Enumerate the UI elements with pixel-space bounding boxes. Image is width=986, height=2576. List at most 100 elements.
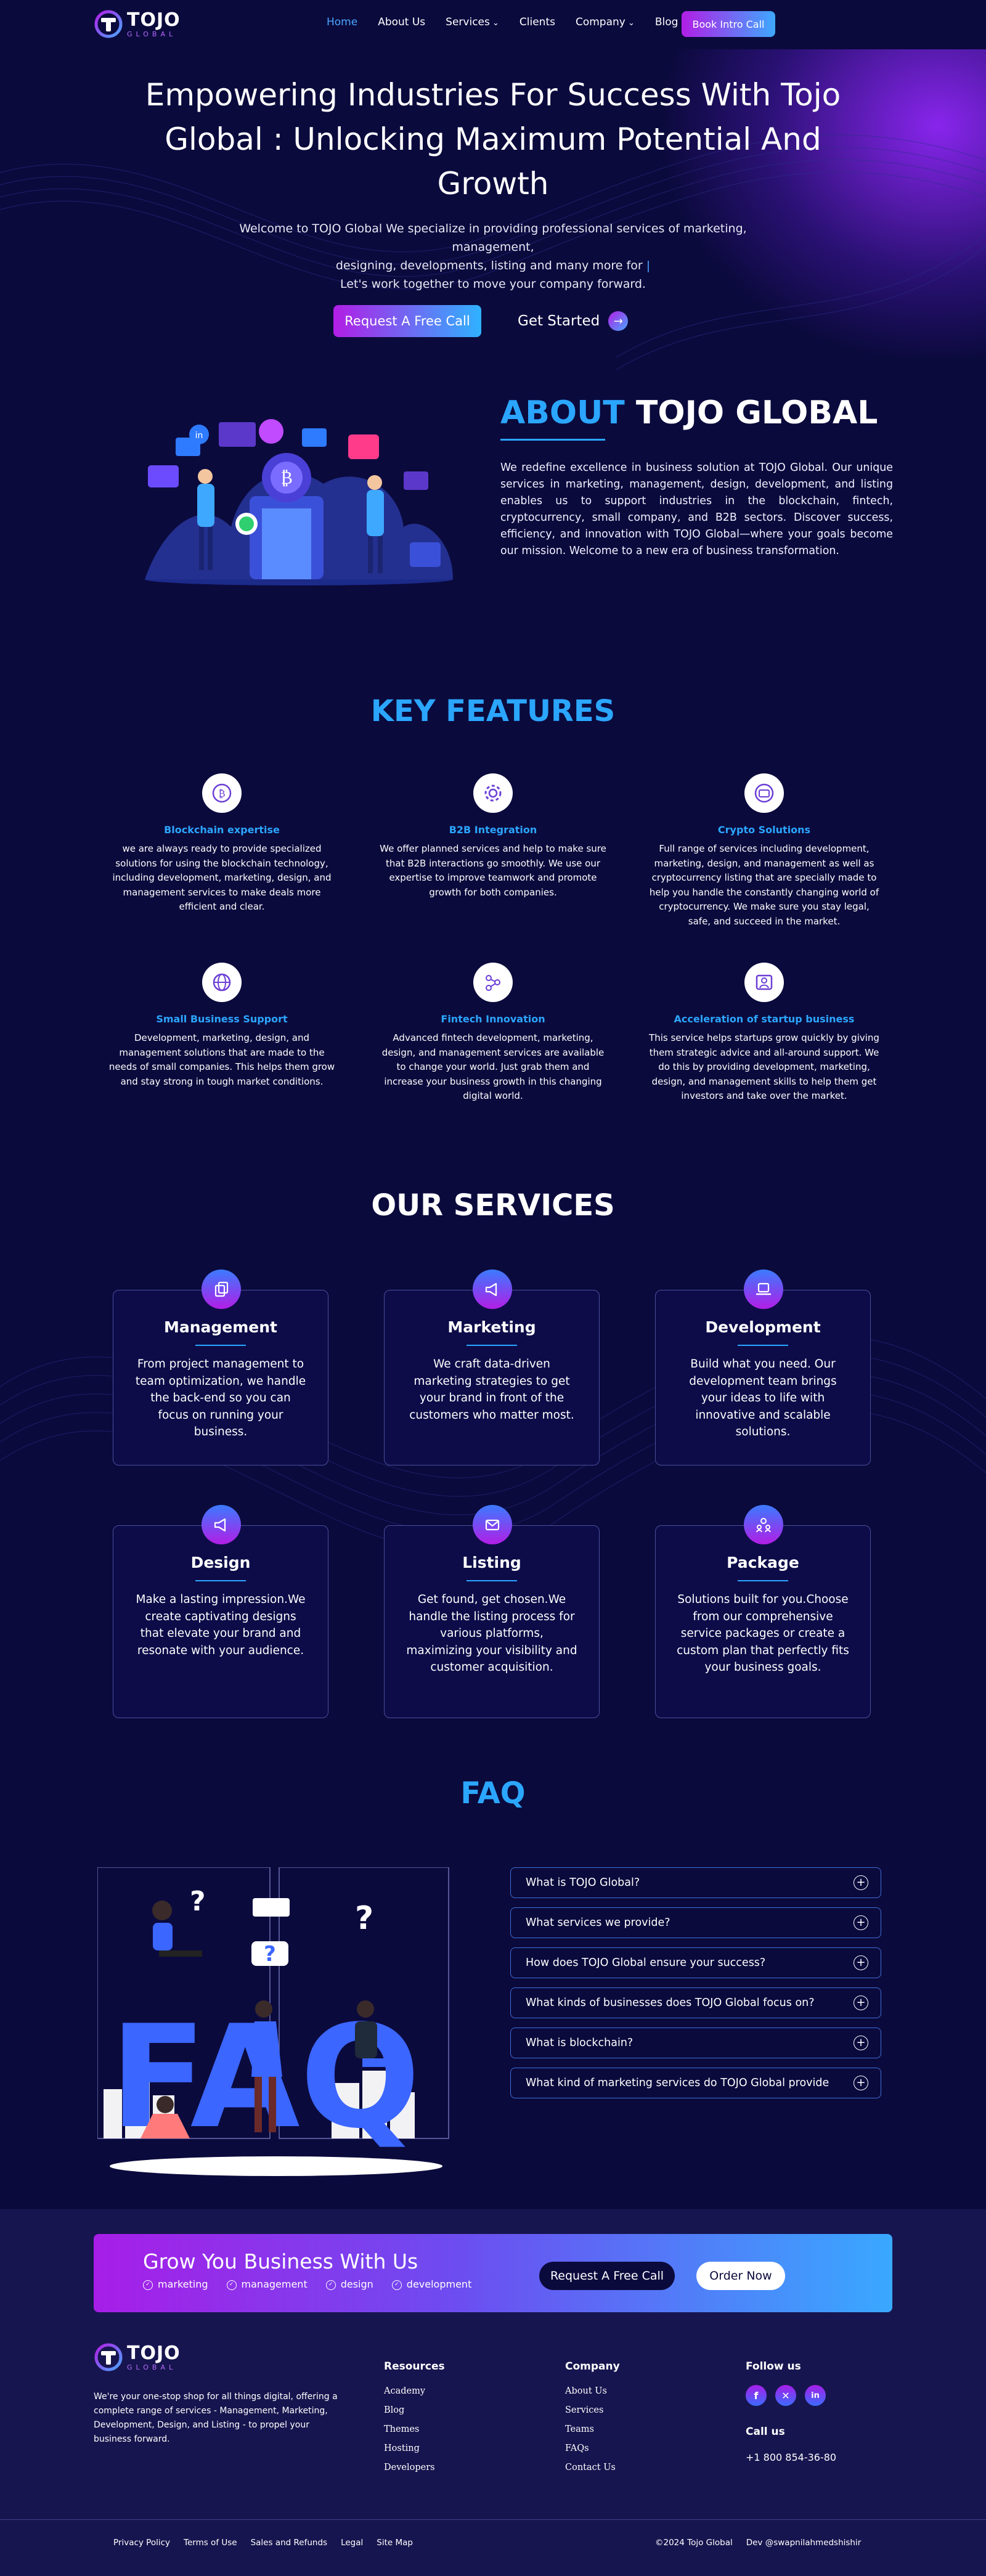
plus-icon: + xyxy=(854,1955,868,1970)
footer-link-contact[interactable]: Contact Us xyxy=(565,2463,620,2472)
plus-icon: + xyxy=(854,2036,868,2050)
feature-title: Fintech Innovation xyxy=(441,1013,545,1025)
sales-refunds-link[interactable]: Sales and Refunds xyxy=(251,2538,327,2548)
feature-text: we are always ready to provide specializ… xyxy=(112,843,332,912)
order-now-button[interactable]: Order Now xyxy=(696,2262,785,2290)
cta-tag: management xyxy=(227,2278,308,2290)
laptop-icon xyxy=(744,1270,783,1309)
footer-logo[interactable]: TOJO GLOBAL xyxy=(94,2342,198,2373)
privacy-policy-link[interactable]: Privacy Policy xyxy=(113,2538,170,2548)
globe-icon xyxy=(202,963,242,1002)
nav-company[interactable]: Company xyxy=(576,16,635,28)
cta-title: Grow You Business With Us xyxy=(143,2249,418,2273)
faq-question-text: How does TOJO Global ensure your success… xyxy=(526,1957,766,1969)
legal-link[interactable]: Legal xyxy=(341,2538,363,2548)
hero-sub-line: Welcome to TOJO Global We specialize in … xyxy=(239,222,747,254)
service-card[interactable]: Package Solutions built for you.Choose f… xyxy=(655,1505,871,1718)
nav-about[interactable]: About Us xyxy=(378,16,425,28)
site-logo[interactable]: TOJO GLOBAL xyxy=(94,9,198,39)
nav-clients[interactable]: Clients xyxy=(519,16,555,28)
footer-legal-links: Privacy Policy Terms of Use Sales and Re… xyxy=(113,2538,413,2548)
logo-subtext: GLOBAL xyxy=(127,2363,177,2371)
linkedin-icon[interactable]: in xyxy=(805,2385,826,2406)
service-divider xyxy=(467,1580,517,1581)
plus-icon: + xyxy=(854,1995,868,2010)
nav-blog[interactable]: Blog xyxy=(655,16,678,28)
footer-link-hosting[interactable]: Hosting xyxy=(384,2444,445,2453)
footer-col-title: Follow us xyxy=(746,2360,801,2373)
nav-services-label: Services xyxy=(446,16,490,28)
footer-link-developers[interactable]: Developers xyxy=(384,2463,445,2472)
hero-sub-line: Let's work together to move your company… xyxy=(340,277,646,291)
about-underline xyxy=(500,439,605,441)
footer-link-academy[interactable]: Academy xyxy=(384,2386,445,2396)
cta-request-call-button[interactable]: Request A Free Call xyxy=(539,2262,675,2290)
cta-tag: marketing xyxy=(143,2278,208,2290)
faq-title: FAQ xyxy=(460,1776,526,1811)
get-started-button[interactable]: Get Started → xyxy=(518,308,629,334)
service-card[interactable]: Management From project management to te… xyxy=(113,1270,328,1465)
service-text: Make a lasting impression.We create capt… xyxy=(136,1593,306,1657)
service-title: Design xyxy=(190,1554,251,1571)
features-title: KEY FEATURES xyxy=(370,694,616,728)
feature-card: B2B Integration We offer planned service… xyxy=(376,773,610,900)
nav-services[interactable]: Services xyxy=(446,16,499,28)
logo-text: TOJO xyxy=(127,2342,181,2364)
faq-question[interactable]: What kind of marketing services do TOJO … xyxy=(510,2068,881,2098)
feature-text: This service helps startups grow quickly… xyxy=(649,1032,879,1101)
service-title: Marketing xyxy=(447,1318,536,1336)
footer-link-faqs[interactable]: FAQs xyxy=(565,2444,620,2453)
service-card[interactable]: Listing Get found, get chosen.We handle … xyxy=(384,1505,600,1718)
nav-home[interactable]: Home xyxy=(327,16,357,28)
faq-question[interactable]: What services we provide? + xyxy=(510,1907,881,1938)
service-title: Listing xyxy=(462,1554,521,1571)
about-title: ABOUT TOJO GLOBAL xyxy=(500,394,878,431)
faq-question[interactable]: What is blockchain? + xyxy=(510,2028,881,2058)
facebook-icon[interactable]: f xyxy=(746,2385,767,2406)
faq-question-text: What is blockchain? xyxy=(526,2037,634,2049)
feature-card: ₿ Blockchain expertise we are always rea… xyxy=(105,773,339,915)
faq-question[interactable]: How does TOJO Global ensure your success… xyxy=(510,1947,881,1978)
wallet-icon xyxy=(744,773,784,813)
faq-question[interactable]: What kinds of businesses does TOJO Globa… xyxy=(510,1987,881,2018)
service-text: Solutions built for you.Choose from our … xyxy=(677,1593,849,1674)
faq-question[interactable]: What is TOJO Global? + xyxy=(510,1867,881,1898)
service-card[interactable]: Design Make a lasting impression.We crea… xyxy=(113,1505,328,1718)
service-divider xyxy=(467,1345,517,1346)
services-title: OUR SERVICES xyxy=(371,1188,615,1223)
service-text: Build what you need. Our development tea… xyxy=(689,1358,837,1438)
footer-phone[interactable]: +1 800 854-36-80 xyxy=(746,2452,836,2463)
about-illustration: ₿ in xyxy=(145,419,453,585)
about-title-rest: TOJO GLOBAL xyxy=(635,394,878,431)
svg-text:?: ? xyxy=(264,1942,276,1967)
footer-divider xyxy=(0,2519,986,2520)
service-title: Development xyxy=(705,1318,821,1336)
footer-link-services[interactable]: Services xyxy=(565,2405,620,2415)
copyright-text: ©2024 Tojo Global xyxy=(655,2538,733,2548)
footer-link-blog[interactable]: Blog xyxy=(384,2405,445,2415)
chevron-down-icon xyxy=(490,16,499,28)
service-card[interactable]: Development Build what you need. Our dev… xyxy=(655,1270,871,1465)
footer-link-about[interactable]: About Us xyxy=(565,2386,620,2396)
footer-link-teams[interactable]: Teams xyxy=(565,2424,620,2434)
request-free-call-button[interactable]: Request A Free Call xyxy=(333,305,481,337)
feature-title: Small Business Support xyxy=(156,1013,288,1025)
plus-icon: + xyxy=(854,1915,868,1930)
cta-tags: marketing management design development xyxy=(143,2278,471,2290)
hero-title-line: Global : Unlocking Maximum Potential And xyxy=(165,121,821,157)
footer-link-themes[interactable]: Themes xyxy=(384,2424,445,2434)
site-map-link[interactable]: Site Map xyxy=(377,2538,413,2548)
dev-credit[interactable]: Dev @swapnilahmedshishir xyxy=(746,2538,862,2548)
book-intro-call-button[interactable]: Book Intro Call xyxy=(682,11,775,37)
text-cursor: | xyxy=(646,259,651,272)
feature-title: Crypto Solutions xyxy=(717,824,811,836)
megaphone-icon xyxy=(473,1270,512,1309)
service-card[interactable]: Marketing We craft data-driven marketing… xyxy=(384,1270,600,1465)
x-twitter-icon[interactable]: ✕ xyxy=(775,2385,796,2406)
terms-link[interactable]: Terms of Use xyxy=(184,2538,237,2548)
footer-col-title: Resources xyxy=(384,2360,445,2373)
footer-follow: Follow us f ✕ in Call us +1 800 854-36-8… xyxy=(746,2360,836,2463)
service-divider xyxy=(738,1580,788,1581)
footer-col-title: Call us xyxy=(746,2426,785,2438)
feature-card: Crypto Solutions Full range of services … xyxy=(647,773,881,929)
